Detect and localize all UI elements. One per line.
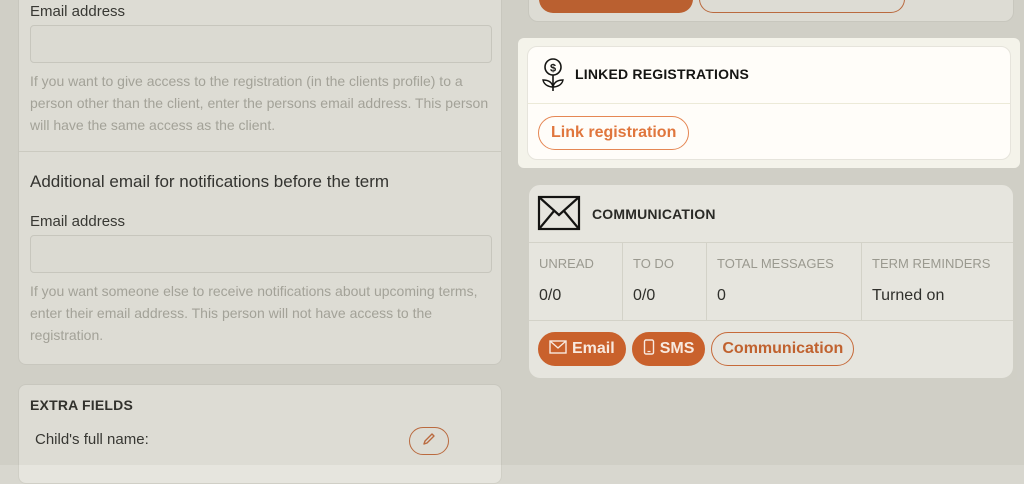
communication-header: COMMUNICATION — [529, 185, 1013, 243]
stat-label: TOTAL MESSAGES — [717, 256, 834, 271]
communication-button-label: Communication — [722, 340, 844, 357]
extra-fields-title: EXTRA FIELDS — [30, 397, 133, 413]
access-email-section: Email address If you want to give access… — [19, 3, 501, 136]
stat-label: TO DO — [633, 256, 674, 271]
payment-card — [528, 0, 1014, 22]
communication-button[interactable]: Communication — [711, 332, 855, 366]
stat-value: Turned on — [872, 287, 945, 304]
notification-email-section: Additional email for notifications befor… — [19, 172, 501, 346]
linked-registrations-card: $ LINKED REGISTRATIONS Link registration — [527, 46, 1011, 160]
envelope-icon — [537, 195, 581, 236]
registration-settings-card: Email address If you want to give access… — [18, 0, 502, 365]
edit-child-name-button[interactable] — [409, 427, 449, 455]
notification-email-label: Email address — [30, 213, 126, 230]
money-plant-icon: $ — [540, 57, 566, 98]
communication-stats: UNREAD 0/0 TO DO 0/0 TOTAL MESSAGES 0 TE… — [529, 242, 1013, 321]
stat-total-messages: TOTAL MESSAGES 0 — [707, 242, 862, 320]
section-divider — [19, 151, 501, 152]
stat-term-reminders: TERM REMINDERS Turned on — [862, 242, 1013, 320]
access-email-help: If you want to give access to the regist… — [30, 73, 489, 133]
communication-title: COMMUNICATION — [592, 206, 716, 222]
notification-email-title: Additional email for notifications befor… — [30, 172, 390, 191]
payment-secondary-button[interactable] — [699, 0, 905, 13]
link-registration-button[interactable]: Link registration — [538, 116, 690, 150]
pencil-icon — [421, 431, 437, 452]
sms-button[interactable]: SMS — [631, 332, 706, 366]
stat-label: TERM REMINDERS — [872, 256, 991, 271]
sms-button-label: SMS — [659, 340, 695, 357]
notification-email-input[interactable] — [30, 235, 492, 273]
stat-label: UNREAD — [539, 256, 594, 271]
svg-text:$: $ — [550, 63, 556, 75]
stat-value: 0/0 — [633, 287, 656, 304]
extra-fields-card: EXTRA FIELDS Child's full name: — [18, 384, 502, 484]
linked-registrations-header: $ LINKED REGISTRATIONS — [528, 47, 1010, 104]
phone-icon — [643, 338, 655, 360]
access-email-label: Email address — [30, 3, 126, 20]
communication-card: COMMUNICATION UNREAD 0/0 TO DO 0/0 TOTAL… — [528, 184, 1014, 379]
payment-primary-button[interactable] — [539, 0, 693, 13]
stat-value: 0/0 — [539, 287, 562, 304]
access-email-input[interactable] — [30, 25, 492, 63]
stat-to-do: TO DO 0/0 — [623, 242, 707, 320]
email-button-label: Email — [572, 340, 615, 357]
notification-email-help: If you want someone else to receive noti… — [30, 283, 478, 343]
email-button[interactable]: Email — [538, 332, 626, 366]
linked-registrations-title: LINKED REGISTRATIONS — [575, 66, 750, 82]
linked-registrations-highlight: $ LINKED REGISTRATIONS Link registration — [518, 38, 1020, 168]
communication-actions: Email SMS Communication — [538, 332, 855, 366]
stat-value: 0 — [717, 287, 726, 304]
envelope-small-icon — [549, 339, 567, 359]
child-full-name-label: Child's full name: — [35, 431, 149, 448]
stat-unread: UNREAD 0/0 — [529, 242, 623, 320]
